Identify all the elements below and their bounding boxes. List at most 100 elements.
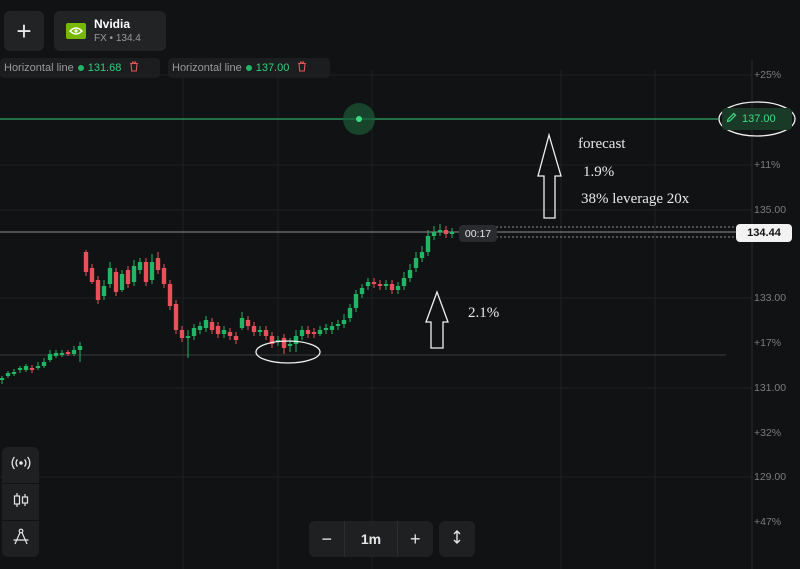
candle-body <box>431 232 437 236</box>
candle-body <box>203 320 209 328</box>
autoscale-button[interactable] <box>439 521 475 557</box>
price-tick: 135.00 <box>754 204 787 216</box>
candle-body <box>101 286 107 296</box>
candle-body <box>107 268 113 284</box>
candle-body <box>311 332 317 334</box>
drawing-compass-icon <box>12 528 30 551</box>
zoom-out-button[interactable]: − <box>309 529 344 550</box>
candle-body <box>263 330 269 336</box>
candle-body <box>281 338 287 348</box>
candle-body <box>377 284 383 286</box>
timeframe-control: − 1m + <box>309 521 433 557</box>
candle-body <box>71 350 77 354</box>
candle-body <box>149 262 155 280</box>
candle-body <box>197 326 203 330</box>
candle-body <box>5 373 11 376</box>
leverage-text: 38% leverage 20x <box>581 191 690 207</box>
candle-body <box>437 230 443 232</box>
candle-body <box>11 372 17 374</box>
price-tick: +11% <box>754 159 781 171</box>
candle-body <box>233 336 239 340</box>
signals-button[interactable] <box>2 447 39 483</box>
broadcast-icon <box>11 456 31 475</box>
candle-body <box>347 308 353 318</box>
candle-body <box>413 258 419 268</box>
candle-body <box>95 280 101 300</box>
candle-body <box>305 330 311 334</box>
candle-body <box>245 320 251 326</box>
candle-body <box>323 328 329 330</box>
price-tick: 131.00 <box>754 382 787 394</box>
candle-body <box>293 336 299 344</box>
candle-body <box>47 354 53 360</box>
candle-body <box>0 378 5 380</box>
candle-body <box>395 286 401 290</box>
candle-body <box>173 304 179 330</box>
drawing-tools-button[interactable] <box>2 521 39 557</box>
candle-body <box>137 262 143 270</box>
target-price-label[interactable]: 137.00 <box>722 108 792 130</box>
forecast-pct-text: 1.9% <box>583 164 615 180</box>
candle-body <box>407 270 413 278</box>
candle-body <box>389 284 395 290</box>
candle-body <box>83 252 89 272</box>
candle-body <box>335 324 341 326</box>
arrow-up-large <box>537 132 562 219</box>
candle-body <box>155 258 161 270</box>
candle-body <box>179 330 185 338</box>
candle-body <box>89 268 95 282</box>
candle-body <box>443 230 449 234</box>
vertical-resize-icon <box>452 529 462 549</box>
candle-body <box>401 278 407 286</box>
candle-body <box>317 330 323 334</box>
candles-icon <box>12 492 30 513</box>
candle-body <box>257 330 263 332</box>
countdown-badge: 00:17 <box>459 225 497 242</box>
candle-body <box>359 288 365 294</box>
candle-body <box>227 332 233 336</box>
current-price-label: 134.44 <box>736 224 792 242</box>
forecast-text: forecast <box>578 136 626 152</box>
pencil-icon[interactable] <box>726 110 737 128</box>
candle-body <box>287 344 293 346</box>
gain-pct-text: 2.1% <box>468 305 500 321</box>
price-tick: +32% <box>754 427 782 439</box>
candle-body <box>41 362 47 366</box>
candle-body <box>239 318 245 328</box>
candle-body <box>341 320 347 324</box>
candle-body <box>167 284 173 306</box>
candle-body <box>119 274 125 290</box>
candle-body <box>59 353 65 355</box>
candle-body <box>125 270 131 284</box>
candle-body <box>77 346 83 350</box>
candle-body <box>131 266 137 282</box>
candle-body <box>221 330 227 334</box>
candle-body <box>35 366 41 368</box>
zoom-in-button[interactable]: + <box>398 529 433 550</box>
candle-body <box>29 368 35 370</box>
timeframe-selector[interactable]: 1m <box>344 521 398 557</box>
candle-body <box>215 326 221 334</box>
price-chart[interactable] <box>0 0 800 569</box>
candle-body <box>53 353 59 356</box>
candlesticks <box>0 224 455 384</box>
arrow-up-small <box>425 290 449 349</box>
chart-type-button[interactable] <box>2 484 39 520</box>
candle-body <box>113 272 119 292</box>
candle-body <box>425 236 431 252</box>
candle-body <box>23 366 29 370</box>
candle-body <box>209 322 215 330</box>
candle-body <box>185 336 191 338</box>
candle-body <box>161 268 167 284</box>
candle-body <box>371 282 377 284</box>
candle-body <box>383 284 389 286</box>
candle-body <box>299 330 305 336</box>
price-tick: +25% <box>754 69 782 81</box>
candle-body <box>449 232 455 234</box>
price-tick: +47% <box>754 516 782 528</box>
price-tick: 129.00 <box>754 471 787 483</box>
price-tick: 133.00 <box>754 292 787 304</box>
price-tick: +17% <box>754 337 782 349</box>
candle-body <box>65 352 71 354</box>
candle-body <box>365 282 371 286</box>
